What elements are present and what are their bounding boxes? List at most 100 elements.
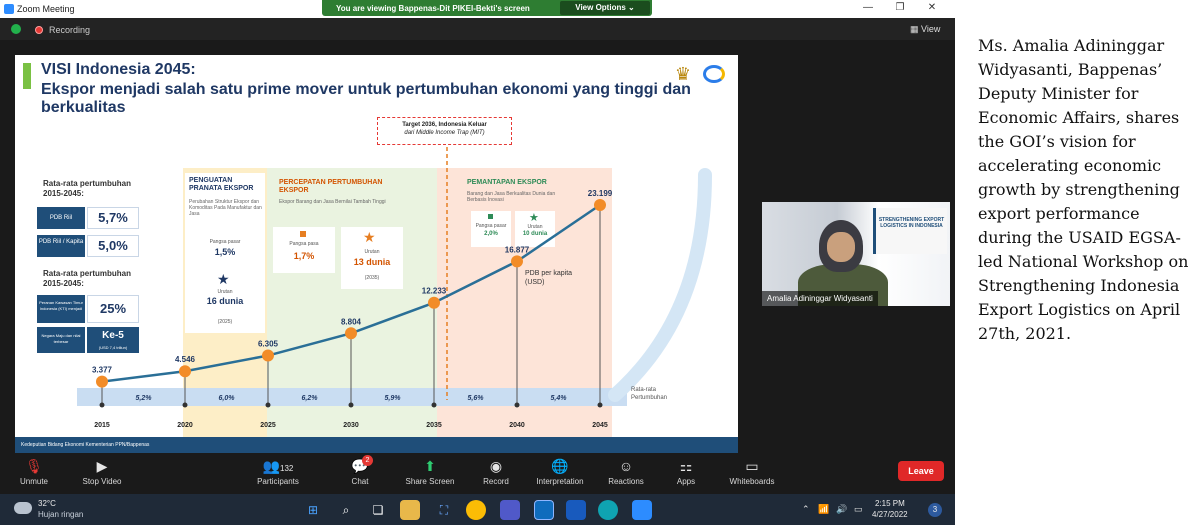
share-screen-button[interactable]: ⬆ Share Screen — [400, 455, 460, 492]
data-point — [96, 375, 108, 388]
task-view-icon[interactable]: ❏ — [368, 500, 388, 520]
data-label: 16.877 — [505, 245, 530, 254]
growth-label: 5,9% — [385, 395, 402, 402]
close-button[interactable]: ✕ — [922, 2, 942, 16]
data-label: 6.305 — [258, 340, 279, 349]
speaker-icon[interactable]: 🔊 — [836, 504, 847, 515]
participants-button[interactable]: 👥132 Participants — [248, 455, 308, 492]
event-banner: STRENGTHENING EXPORT LOGISTICS IN INDONE… — [873, 208, 947, 254]
weather-temperature[interactable]: 32°C — [38, 499, 56, 508]
participants-label: Participants — [257, 477, 299, 486]
whiteboards-button[interactable]: ▭ Whiteboards — [722, 455, 782, 492]
reactions-button[interactable]: ☺ Reactions — [596, 455, 656, 492]
target-line-2: dari Middle Income Trap (MIT) — [404, 130, 485, 136]
target-line-1: Target 2036, Indonesia Keluar — [402, 122, 487, 128]
pdb-label-line-2: (USD) — [525, 279, 545, 286]
growth-label: 6,0% — [219, 395, 236, 402]
reactions-icon: ☺ — [618, 458, 634, 474]
tray-chevron-icon[interactable]: ⌃ — [802, 504, 810, 515]
outlook-icon[interactable] — [534, 500, 554, 520]
speaker-nameplate: Amalia Adininggar Widyasanti — [762, 291, 878, 306]
chat-icon: 💬 — [351, 458, 369, 474]
battery-icon[interactable]: ▭ — [854, 504, 863, 515]
x-tick-label: 2020 — [177, 422, 193, 429]
window-title: Zoom Meeting — [17, 4, 75, 14]
growth-label: 6,2% — [302, 395, 319, 402]
view-options-button[interactable]: View Options ⌄ — [560, 1, 650, 15]
data-label: 23.199 — [588, 189, 613, 198]
pdb-label-line-1: PDB per kapita — [525, 270, 573, 277]
screen-share-banner: You are viewing Bappenas-Dit PIKEI-Bekti… — [322, 0, 652, 16]
decorative-swoosh — [608, 168, 712, 402]
search-icon[interactable]: ⌕ — [336, 500, 356, 520]
chat-unread-badge: 2 — [362, 455, 373, 466]
growth-label: 5,6% — [468, 395, 485, 402]
stop-video-label: Stop Video — [82, 477, 122, 486]
pdb-per-capita-label: PDB per kapita (USD) — [525, 269, 572, 287]
axis-dot — [431, 402, 437, 408]
data-label: 12.233 — [422, 287, 447, 296]
record-label: Record — [483, 477, 509, 486]
minimize-button[interactable]: — — [858, 2, 878, 16]
slide-footer: Kedeputian Bidang Ekonomi Kementerian PP… — [15, 437, 738, 453]
video-camera-icon: ▶ — [96, 458, 108, 474]
zoom-window: Zoom Meeting You are viewing Bappenas-Di… — [0, 0, 955, 525]
recording-icon — [35, 26, 43, 34]
data-point — [428, 296, 440, 309]
data-label: 3.377 — [92, 366, 113, 375]
record-button[interactable]: ◉ Record — [466, 455, 526, 492]
store-icon[interactable]: ⛶ — [434, 500, 454, 520]
data-point — [511, 255, 523, 268]
chat-button[interactable]: 💬 2 Chat — [330, 455, 390, 492]
restore-button[interactable]: ❐ — [890, 2, 910, 16]
notification-badge[interactable]: 3 — [928, 503, 942, 517]
apps-button[interactable]: ⚏ Apps — [656, 455, 716, 492]
zoom-app-icon — [4, 4, 14, 14]
zoom-taskbar-icon[interactable] — [632, 500, 652, 520]
globe-icon: 🌐 — [551, 458, 569, 474]
speaker-face — [827, 232, 855, 262]
rata-label-line-1: Rata-rata — [631, 387, 657, 393]
data-point — [594, 199, 606, 211]
participants-count: 132 — [280, 464, 294, 473]
cloud-weather-icon[interactable] — [14, 502, 32, 514]
record-icon: ◉ — [489, 458, 503, 474]
reactions-label: Reactions — [608, 477, 644, 486]
teams-icon[interactable] — [500, 500, 520, 520]
recording-label: Recording — [49, 25, 91, 35]
stop-video-button[interactable]: ▶ Stop Video — [72, 455, 132, 492]
taskbar-clock-date[interactable]: 4/27/2022 — [872, 510, 908, 519]
axis-dot — [265, 402, 271, 408]
x-tick-label: 2040 — [509, 422, 525, 429]
interpretation-button[interactable]: 🌐 Interpretation — [530, 455, 590, 492]
x-tick-label: 2015 — [94, 422, 110, 429]
apps-icon: ⚏ — [679, 458, 693, 474]
axis-dot — [99, 402, 105, 408]
gdp-per-capita-chart: 3.377 2015 4.546 2020 6.305 2025 8.804 2030 12.2… — [77, 147, 712, 429]
unmute-button[interactable]: 🎙 Unmute — [4, 455, 64, 492]
file-explorer-icon[interactable] — [400, 500, 420, 520]
windows-taskbar: 32°C Hujan ringan ⊞ ⌕ ❏ ⛶ ⌃ 📶 🔊 ▭ 2:15 P… — [0, 494, 955, 525]
apps-label: Apps — [676, 477, 696, 486]
wifi-icon[interactable]: 📶 — [818, 504, 829, 515]
speaker-video-tile[interactable]: STRENGTHENING EXPORT LOGISTICS IN INDONE… — [762, 202, 950, 306]
microphone-muted-icon: 🎙 — [25, 458, 43, 474]
chrome-icon[interactable] — [466, 500, 486, 520]
growth-label: 5,2% — [136, 395, 153, 402]
view-label: View — [921, 24, 941, 34]
taskbar-clock-time[interactable]: 2:15 PM — [875, 499, 905, 508]
share-screen-label: Share Screen — [405, 477, 455, 486]
weather-description[interactable]: Hujan ringan — [38, 510, 83, 519]
chat-label: Chat — [351, 477, 369, 486]
view-button[interactable]: ▦ View — [910, 24, 940, 35]
rata-label-line-2: Pertumbuhan — [631, 395, 668, 401]
leave-button[interactable]: Leave — [898, 461, 944, 481]
security-shield-icon[interactable] — [11, 24, 21, 34]
whiteboard-icon: ▭ — [745, 458, 759, 474]
windows-start-icon[interactable]: ⊞ — [303, 500, 323, 520]
whiteboards-label: Whiteboards — [729, 477, 775, 486]
data-point — [262, 349, 274, 362]
edge-icon[interactable] — [598, 500, 618, 520]
word-icon[interactable] — [566, 500, 586, 520]
meeting-toolbar: 🎙 Unmute ▶ Stop Video 👥132 Participants … — [0, 453, 955, 494]
